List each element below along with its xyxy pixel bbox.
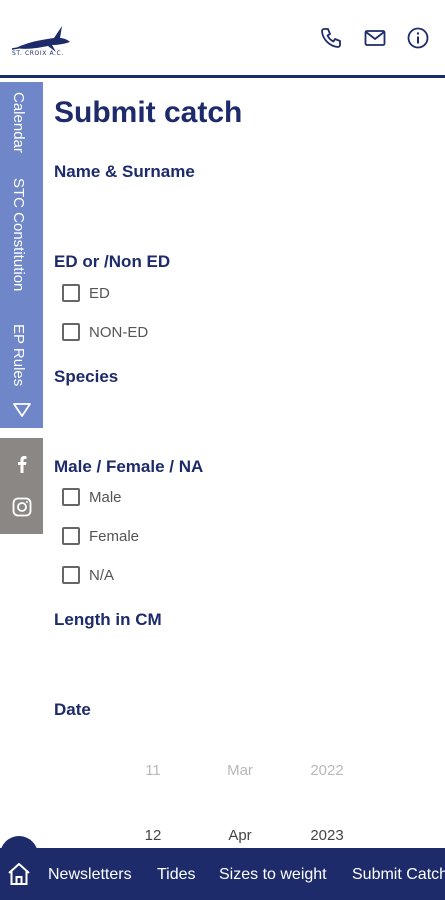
gender-option-na[interactable]: N/A — [62, 564, 114, 586]
social-links — [0, 438, 43, 534]
checkbox[interactable] — [62, 284, 80, 302]
nav-newsletters[interactable]: Newsletters — [48, 866, 132, 884]
checkbox[interactable] — [62, 566, 80, 584]
side-nav-calendar[interactable]: Calendar — [10, 92, 27, 153]
instagram-icon[interactable] — [11, 496, 33, 518]
bottom-nav: Newsletters Tides Sizes to weight Submit… — [0, 848, 445, 900]
species-label: Species — [54, 367, 119, 386]
side-nav: Calendar STC Constitution EP Rules — [0, 82, 43, 428]
checkbox-label: N/A — [89, 566, 115, 584]
gender-option-female[interactable]: Female — [62, 525, 139, 547]
facebook-icon[interactable] — [11, 453, 33, 475]
checkbox-label: ED — [89, 284, 110, 302]
logo-text: ST. CROIX A.C. — [12, 50, 64, 57]
date-wheel-year-selected[interactable]: 2023 — [292, 827, 362, 844]
nav-sizes-to-weight[interactable]: Sizes to weight — [219, 866, 327, 884]
ed-label: ED or /Non ED — [54, 252, 171, 271]
date-wheel-year-prev[interactable]: 2022 — [292, 762, 362, 779]
name-label: Name & Surname — [54, 162, 195, 181]
date-wheel-day-selected[interactable]: 12 — [118, 827, 188, 844]
side-nav-stc-constitution[interactable]: STC Constitution — [10, 178, 27, 291]
nav-tides[interactable]: Tides — [157, 866, 196, 884]
checkbox[interactable] — [62, 527, 80, 545]
checkbox-label: Female — [89, 527, 140, 545]
date-wheel-month-prev[interactable]: Mar — [205, 762, 275, 779]
checkbox[interactable] — [62, 488, 80, 506]
length-label: Length in CM — [54, 610, 162, 629]
triangle-down-icon[interactable] — [12, 402, 32, 418]
checkbox-label: Male — [89, 488, 122, 506]
ed-option-ed[interactable]: ED — [62, 282, 110, 304]
mail-icon[interactable] — [363, 26, 387, 50]
date-wheel-day-prev[interactable]: 11 — [118, 762, 188, 779]
checkbox[interactable] — [62, 323, 80, 341]
ed-option-non-ed[interactable]: NON-ED — [62, 321, 148, 343]
date-wheel-month-selected[interactable]: Apr — [205, 827, 275, 844]
home-icon[interactable] — [6, 861, 32, 887]
side-nav-ep-rules[interactable]: EP Rules — [10, 324, 27, 386]
phone-icon[interactable] — [319, 26, 343, 50]
gender-option-male[interactable]: Male — [62, 486, 122, 508]
nav-submit-catch[interactable]: Submit Catch — [352, 866, 445, 884]
info-icon[interactable] — [406, 26, 430, 50]
gender-label: Male / Female / NA — [54, 457, 204, 476]
date-label: Date — [54, 700, 91, 719]
app-header: ST. CROIX A.C. — [0, 0, 445, 78]
page-title: Submit catch — [54, 96, 243, 129]
checkbox-label: NON-ED — [89, 323, 149, 341]
